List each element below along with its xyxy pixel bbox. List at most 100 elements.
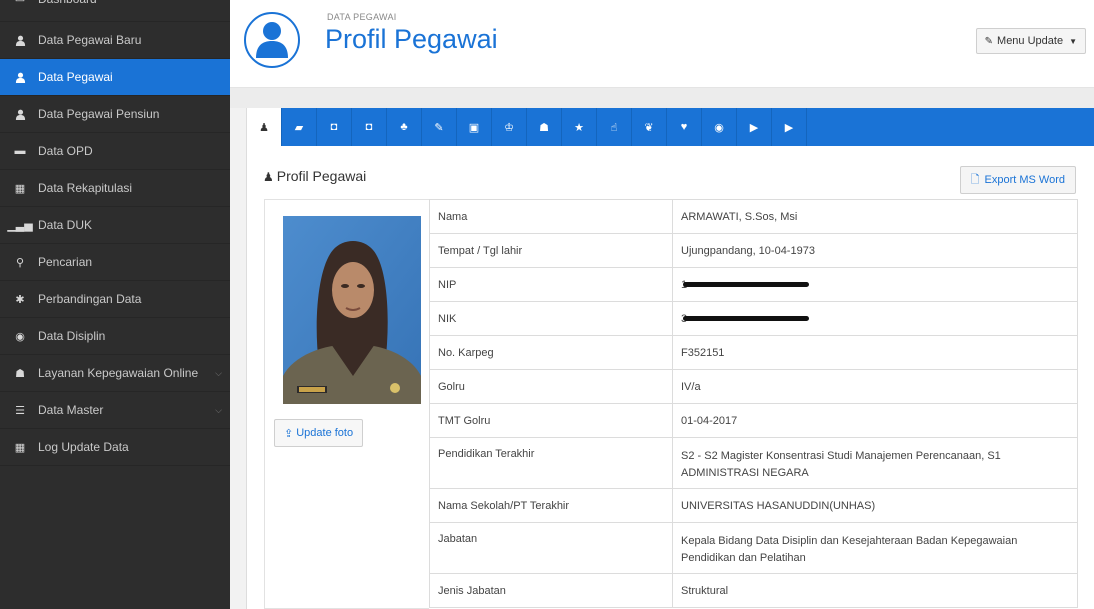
tab-folder-16[interactable]: ▶	[772, 108, 807, 146]
tab-star-10[interactable]: ★	[562, 108, 597, 146]
tab-thumbs-up-11[interactable]: ☝	[597, 108, 632, 146]
table-row: Nama Sekolah/PT Terakhir UNIVERSITAS HASA…	[429, 488, 1078, 523]
page-header: DATA PEGAWAI Profil Pegawai ✎ Menu Updat…	[230, 0, 1094, 88]
section-title-text: Profil Pegawai	[276, 168, 367, 184]
sidebar-item-data-master[interactable]: ☰ Data Master ⌵	[0, 392, 230, 429]
field-value: Kepala Bidang Data Disiplin dan Kesejaht…	[672, 522, 1078, 574]
tab-wrench-6[interactable]: ✎	[422, 108, 457, 146]
sidebar-item-perbandingan-data[interactable]: ✱ Perbandingan Data	[0, 281, 230, 318]
profile-table: Nama ARMAWATI, S.Sos, Msi Tempat / Tgl lah…	[429, 199, 1078, 608]
bar-chart-icon: ▦	[14, 441, 26, 454]
sidebar-item-data-disiplin[interactable]: ◉ Data Disiplin	[0, 318, 230, 355]
sidebar-item-label: Data DUK	[38, 218, 93, 232]
users-icon: ☗	[539, 121, 549, 134]
field-value-text: ARMAWATI, S.Sos, Msi	[681, 210, 798, 223]
tab-leaf-12[interactable]: ❦	[632, 108, 667, 146]
sidebar-item-pencarian[interactable]: ⚲ Pencarian	[0, 244, 230, 281]
field-label: Pendidikan Terakhir	[429, 437, 673, 489]
tab-book-2[interactable]: ▰	[282, 108, 317, 146]
field-value: 1	[672, 267, 1078, 302]
update-photo-button[interactable]: ⇪ Update foto	[274, 419, 364, 447]
star-icon: ★	[574, 121, 584, 134]
table-row: Jenis Jabatan Struktural	[429, 573, 1078, 608]
user-icon: ♟	[263, 170, 274, 184]
sidebar-item-label: Pencarian	[38, 255, 93, 269]
field-value-text: Ujungpandang, 10-04-1973	[681, 244, 815, 257]
field-label: Golru	[429, 369, 673, 404]
sidebar-item-label: Log Update Data	[38, 440, 129, 454]
field-value-text: 01-04-2017	[681, 414, 738, 427]
field-label: TMT Golru	[429, 403, 673, 438]
bar-chart-icon: ▦	[14, 182, 26, 195]
sidebar-item-label: Data Disiplin	[38, 329, 106, 343]
tab-heart-13[interactable]: ♥	[667, 108, 702, 146]
redaction-bar	[683, 282, 810, 288]
tab-users-9[interactable]: ☗	[527, 108, 562, 146]
section-title: ♟ Profil Pegawai	[263, 168, 366, 184]
tab-trophy-8[interactable]: ♔	[492, 108, 527, 146]
sidebar-item-dashboard[interactable]: ▭ Dashboard	[0, 0, 230, 22]
file-icon: 🗋	[970, 173, 980, 186]
user-icon: ♟	[259, 121, 269, 134]
upload-icon: ⇪	[284, 427, 294, 440]
field-label: Jabatan	[429, 522, 673, 574]
field-label: NIP	[429, 267, 673, 302]
field-value-text: Struktural	[681, 584, 729, 597]
sidebar-item-layanan-kepegawaian-online[interactable]: ☗ Layanan Kepegawaian Online ⌵	[0, 355, 230, 392]
field-value-text: IV/a	[681, 380, 701, 393]
page-title: Profil Pegawai	[325, 24, 498, 54]
export-ms-word-button[interactable]: 🗋 Export MS Word	[959, 166, 1076, 194]
sidebar-item-data-pegawai[interactable]: Data Pegawai	[0, 59, 230, 96]
field-label: No. Karpeg	[429, 335, 673, 370]
field-label: Nama Sekolah/PT Terakhir	[429, 488, 673, 523]
tab-briefcase-3[interactable]: ◘	[317, 108, 352, 146]
photo-box: ⇪ Update foto	[264, 199, 429, 609]
folder-icon: ▶	[784, 121, 794, 134]
field-value: 3	[672, 301, 1078, 336]
asterisk-icon: ✱	[15, 293, 25, 306]
tab-briefcase-4[interactable]: ◘	[352, 108, 387, 146]
update-photo-label: Update foto	[296, 427, 354, 439]
breadcrumb: DATA PEGAWAI	[327, 12, 397, 22]
sidebar-item-data-opd[interactable]: ▬ Data OPD	[0, 133, 230, 170]
field-label: NIK	[429, 301, 673, 336]
signal-icon: ▁▃▅	[7, 219, 33, 232]
sidebar-item-label: Dashboard	[38, 0, 97, 6]
tab-user-1[interactable]: ♟	[247, 108, 282, 146]
menu-update-label: Menu Update	[997, 35, 1064, 47]
sidebar-item-label: Layanan Kepegawaian Online	[38, 366, 199, 380]
sidebar-item-log-update-data[interactable]: ▦ Log Update Data	[0, 429, 230, 466]
table-row: Tempat / Tgl lahir Ujungpandang, 10-04-19…	[429, 233, 1078, 268]
export-label: Export MS Word	[984, 174, 1066, 186]
briefcase-icon: ◘	[365, 121, 373, 133]
eye-icon: ◉	[15, 330, 25, 343]
tab-money-7[interactable]: ▣	[457, 108, 492, 146]
sidebar-item-data-pegawai-pensiun[interactable]: Data Pegawai Pensiun	[0, 96, 230, 133]
sidebar: ▭ Dashboard Data Pegawai Baru Data Pegawai D…	[0, 0, 230, 609]
field-value-text: UNIVERSITAS HASANUDDIN(UNHAS)	[681, 499, 876, 512]
redaction-bar	[683, 316, 810, 322]
menu-update-button[interactable]: ✎ Menu Update ▼	[975, 28, 1086, 54]
header-divider-strip	[230, 88, 1094, 108]
field-value: UNIVERSITAS HASANUDDIN(UNHAS)	[672, 488, 1078, 523]
sidebar-item-label: Data Pegawai Baru	[38, 33, 142, 47]
field-value: S2 - S2 Magister Konsentrasi Studi Manaj…	[672, 437, 1078, 489]
table-row: No. Karpeg F352151	[429, 335, 1078, 370]
user-icon	[12, 109, 28, 120]
folder-icon: ▶	[749, 121, 759, 134]
tab-sitemap-5[interactable]: ♣	[387, 108, 422, 146]
search-icon: ⚲	[15, 256, 25, 269]
chevron-down-icon: ⌵	[215, 404, 222, 415]
money-icon: ▣	[468, 121, 480, 134]
sidebar-item-data-pegawai-baru[interactable]: Data Pegawai Baru	[0, 22, 230, 59]
table-row: Jabatan Kepala Bidang Data Disiplin dan K…	[429, 522, 1078, 574]
sidebar-item-data-rekapitulasi[interactable]: ▦ Data Rekapitulasi	[0, 170, 230, 207]
field-label: Nama	[429, 199, 673, 234]
tab-folder-15[interactable]: ▶	[737, 108, 772, 146]
sidebar-item-label: Data Pegawai Pensiun	[38, 107, 160, 121]
tab-eye-14[interactable]: ◉	[702, 108, 737, 146]
field-value: F352151	[672, 335, 1078, 370]
sidebar-item-data-duk[interactable]: ▁▃▅ Data DUK	[0, 207, 230, 244]
book-icon: ▰	[294, 121, 304, 134]
field-value-text: Kepala Bidang Data Disiplin dan Kesejaht…	[681, 535, 1018, 564]
